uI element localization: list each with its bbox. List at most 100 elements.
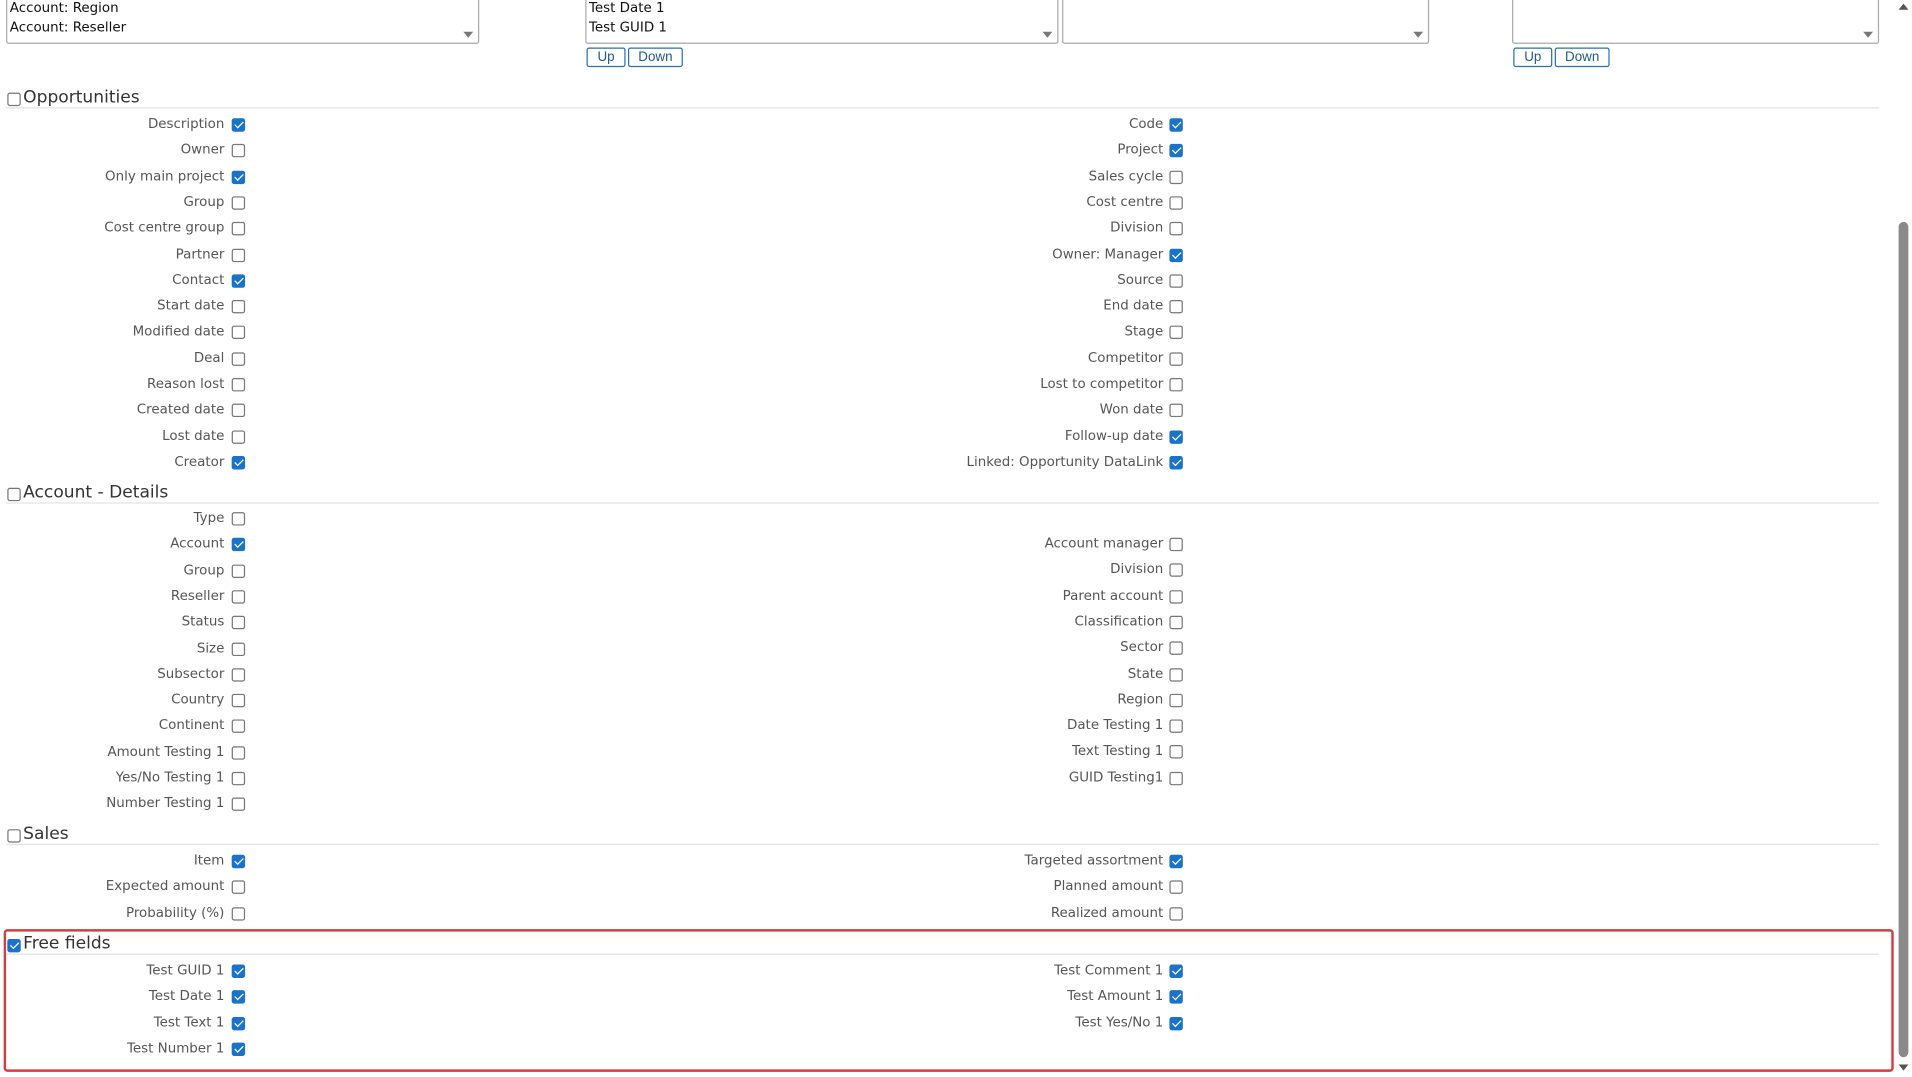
field-checkbox[interactable]	[1169, 880, 1183, 895]
field-checkbox[interactable]	[1169, 326, 1183, 340]
field-checkbox[interactable]	[231, 719, 246, 734]
section-title: Opportunities	[23, 87, 140, 108]
field-checkbox[interactable]	[231, 616, 246, 630]
section-header-opportunities: Opportunities	[6, 87, 1880, 109]
field-checkbox[interactable]	[231, 378, 246, 392]
field-checkbox[interactable]	[231, 990, 246, 1004]
list-option[interactable]: Account: Reseller	[10, 20, 126, 37]
field-label: Created date	[136, 401, 225, 418]
section-checkbox[interactable]	[7, 487, 21, 502]
field-checkbox[interactable]	[231, 248, 246, 262]
field-label: Test Number 1	[127, 1040, 225, 1056]
field-checkbox[interactable]	[1169, 196, 1183, 210]
field-checkbox[interactable]	[231, 403, 246, 418]
scroll-down-icon[interactable]	[1898, 1064, 1909, 1071]
field-checkbox[interactable]	[1169, 455, 1183, 470]
field-checkbox[interactable]	[1169, 693, 1183, 708]
field-checkbox[interactable]	[1169, 771, 1183, 785]
field-checkbox[interactable]	[1169, 300, 1183, 314]
field-checkbox[interactable]	[231, 590, 246, 604]
field-checkbox[interactable]	[1169, 403, 1183, 418]
field-label: Size	[196, 639, 225, 656]
field-listbox-2[interactable]: Test Date 1 Test GUID 1	[585, 0, 1059, 44]
field-checkbox[interactable]	[231, 797, 246, 812]
chevron-down-icon[interactable]	[1863, 31, 1873, 38]
field-checkbox[interactable]	[231, 745, 246, 760]
field-label: Follow-up date	[1064, 427, 1164, 444]
field-checkbox[interactable]	[1169, 854, 1183, 869]
field-label: Contact	[172, 271, 225, 288]
field-listbox-3[interactable]	[1062, 0, 1430, 44]
field-checkbox[interactable]	[231, 1042, 246, 1056]
field-checkbox[interactable]	[231, 693, 246, 708]
field-checkbox[interactable]	[231, 222, 246, 236]
field-listbox-1[interactable]: Account: Region Account: Reseller	[6, 0, 480, 44]
field-checkbox[interactable]	[1169, 248, 1183, 262]
field-checkbox[interactable]	[231, 352, 246, 366]
field-checkbox[interactable]	[1169, 274, 1183, 288]
field-checkbox[interactable]	[231, 144, 246, 158]
field-checkbox[interactable]	[1169, 615, 1183, 630]
section-title: Account - Details	[23, 482, 169, 503]
list-option[interactable]: Test Date 1	[589, 0, 665, 17]
field-checkbox[interactable]	[1169, 170, 1183, 184]
field-checkbox[interactable]	[231, 455, 246, 470]
field-checkbox[interactable]	[231, 906, 246, 921]
field-checkbox[interactable]	[231, 512, 246, 526]
field-checkbox[interactable]	[231, 880, 246, 895]
field-checkbox[interactable]	[1169, 1016, 1183, 1030]
move-up-button[interactable]: Up	[586, 47, 626, 68]
field-checkbox[interactable]	[1169, 589, 1183, 604]
section-checkbox[interactable]	[7, 92, 21, 107]
field-checkbox[interactable]	[1169, 990, 1183, 1004]
field-checkbox[interactable]	[231, 118, 246, 132]
field-checkbox[interactable]	[231, 771, 246, 786]
field-checkbox[interactable]	[1169, 222, 1183, 236]
field-checkbox[interactable]	[231, 964, 246, 978]
move-down-button[interactable]: Down	[627, 47, 683, 68]
field-checkbox[interactable]	[1169, 118, 1183, 132]
field-checkbox[interactable]	[1169, 906, 1183, 921]
field-checkbox[interactable]	[1169, 352, 1183, 366]
field-checkbox[interactable]	[1169, 719, 1183, 733]
field-checkbox[interactable]	[231, 854, 246, 869]
field-checkbox[interactable]	[1169, 563, 1183, 578]
chevron-down-icon[interactable]	[1042, 31, 1053, 38]
field-label: Linked: Opportunity DataLink	[966, 453, 1164, 470]
field-listbox-4[interactable]	[1512, 0, 1880, 44]
chevron-down-icon[interactable]	[1413, 31, 1424, 38]
field-checkbox[interactable]	[231, 326, 246, 340]
chevron-down-icon[interactable]	[463, 31, 474, 38]
vertical-scrollbar[interactable]	[1896, 0, 1912, 1077]
field-checkbox[interactable]	[231, 642, 246, 656]
field-checkbox[interactable]	[1169, 144, 1183, 158]
section-checkbox[interactable]	[7, 829, 21, 843]
field-label: Account	[170, 535, 225, 552]
field-checkbox[interactable]	[231, 429, 246, 444]
field-label: Start date	[157, 297, 225, 314]
field-checkbox[interactable]	[231, 667, 246, 682]
list-option[interactable]: Account: Region	[10, 0, 119, 17]
field-checkbox[interactable]	[231, 538, 246, 552]
field-checkbox[interactable]	[1169, 537, 1183, 552]
field-label: Group	[183, 193, 225, 210]
field-checkbox[interactable]	[1169, 429, 1183, 444]
field-checkbox[interactable]	[231, 170, 246, 184]
move-down-button[interactable]: Down	[1554, 47, 1610, 68]
field-checkbox[interactable]	[1169, 964, 1183, 978]
move-up-button[interactable]: Up	[1513, 47, 1553, 68]
field-checkbox[interactable]	[1169, 745, 1183, 759]
scrollbar-thumb[interactable]	[1898, 221, 1909, 1058]
field-checkbox[interactable]	[1169, 667, 1183, 682]
field-checkbox[interactable]	[231, 274, 246, 288]
field-checkbox[interactable]	[1169, 641, 1183, 656]
scroll-up-icon[interactable]	[1898, 3, 1909, 10]
section-header-account-details: Account - Details	[6, 482, 1880, 504]
list-option[interactable]: Test GUID 1	[589, 20, 667, 37]
field-checkbox[interactable]	[231, 1016, 246, 1030]
field-checkbox[interactable]	[1169, 378, 1183, 392]
field-checkbox[interactable]	[231, 564, 246, 578]
field-checkbox[interactable]	[231, 196, 246, 210]
field-checkbox[interactable]	[231, 300, 246, 314]
section-checkbox[interactable]	[7, 938, 21, 953]
